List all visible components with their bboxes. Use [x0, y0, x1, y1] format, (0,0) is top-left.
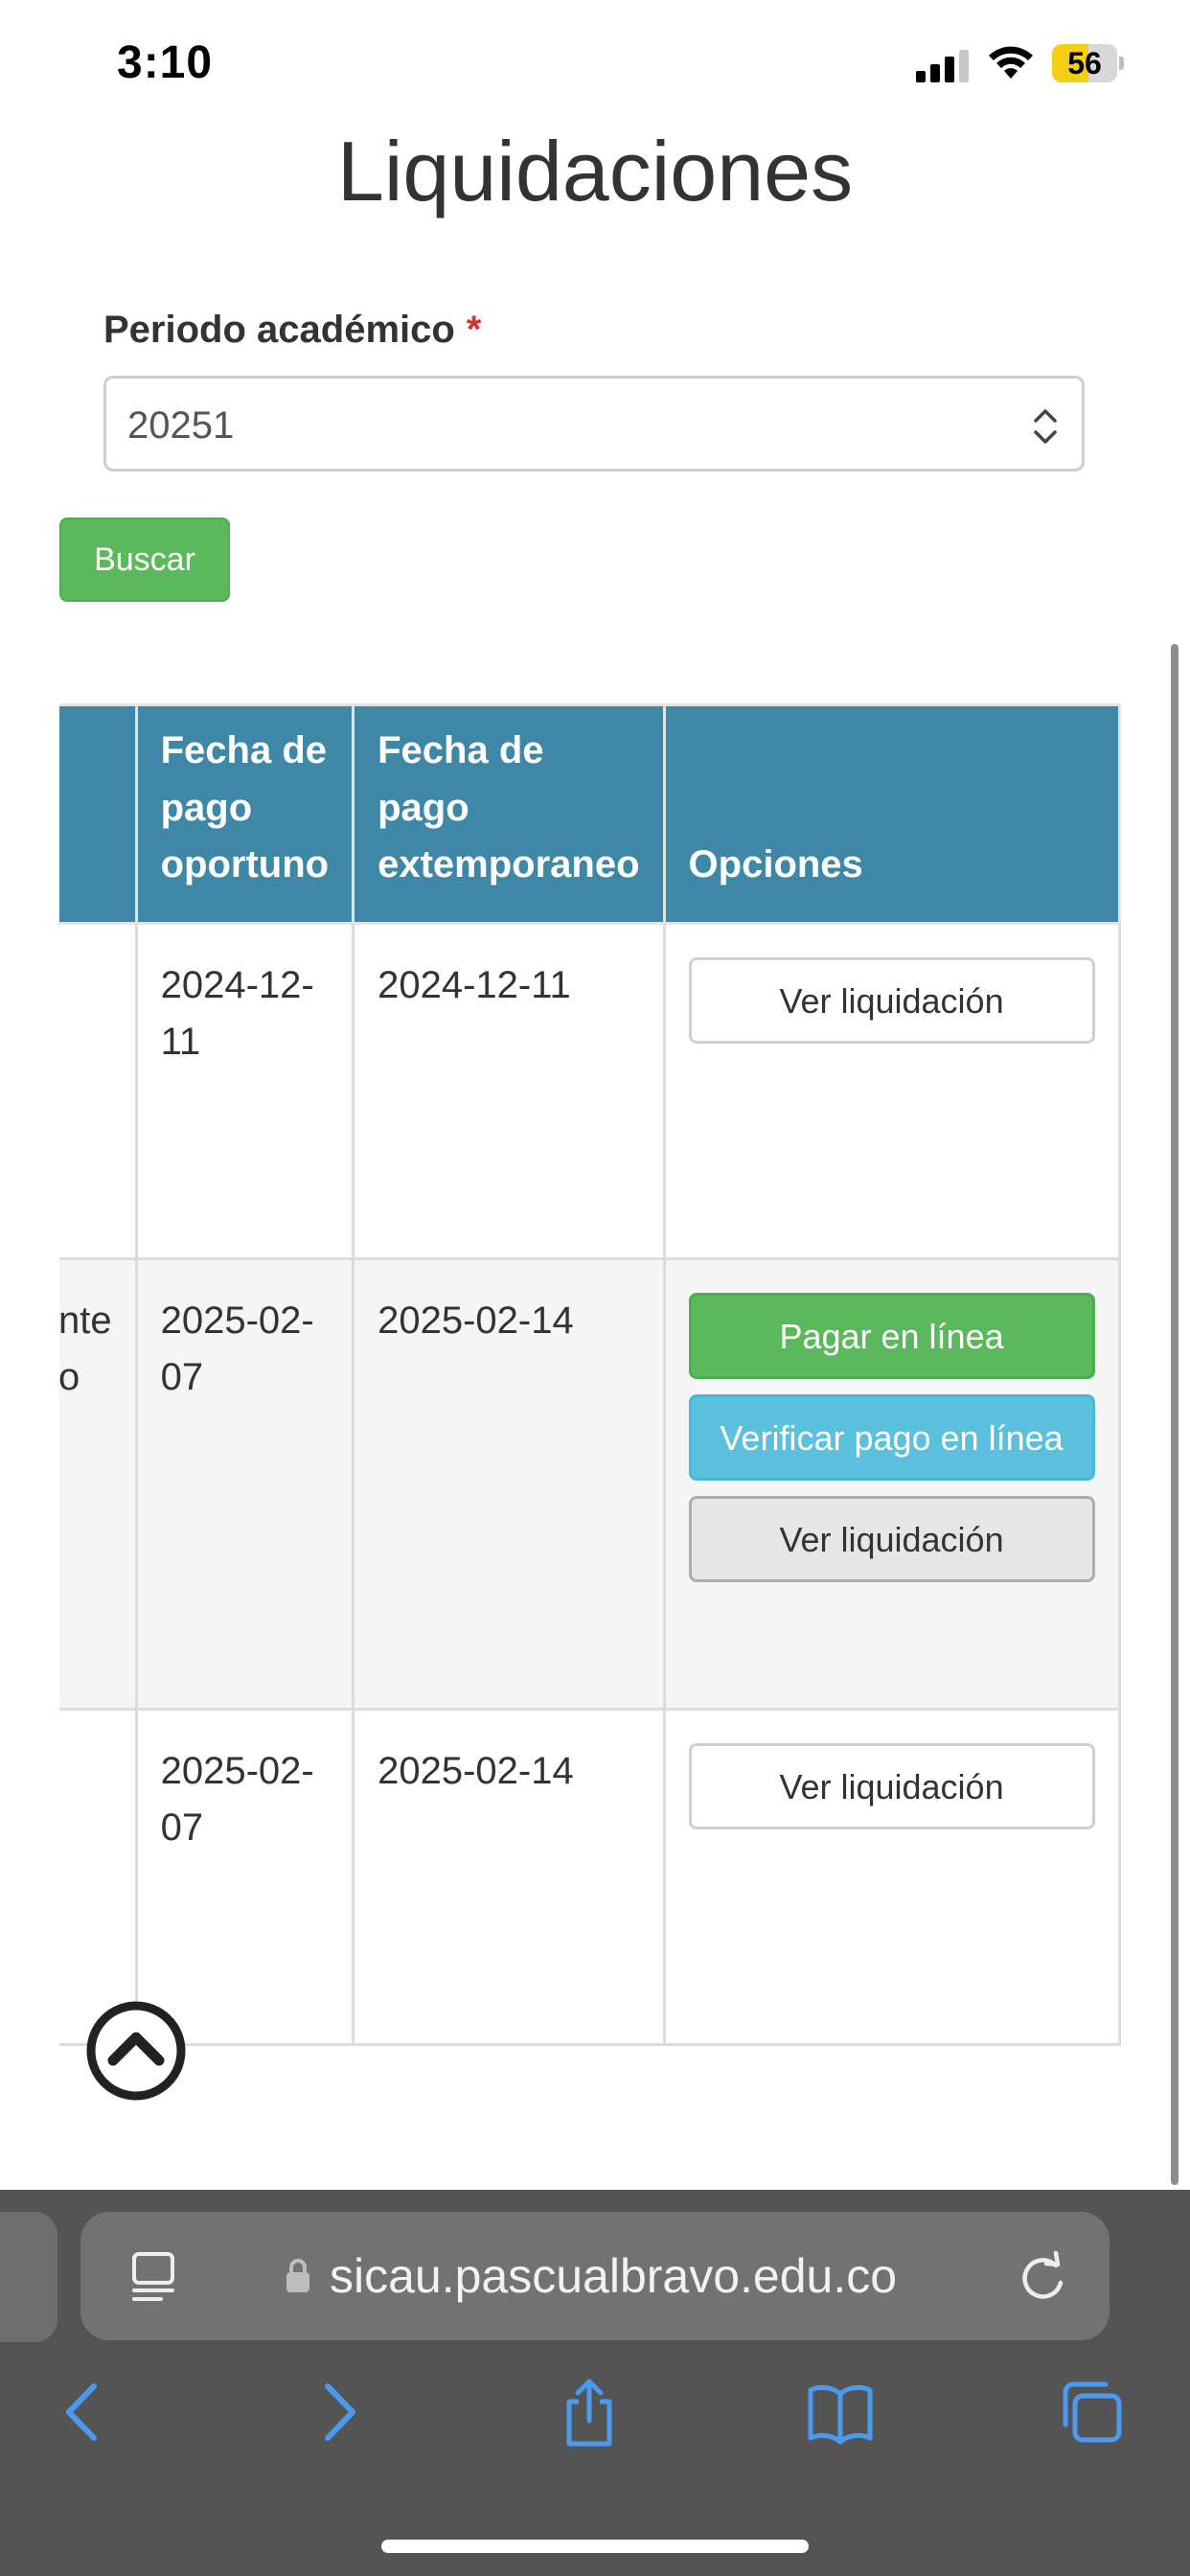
table-cell-fecha-extemporaneo: 2025-02-14: [352, 1257, 666, 1711]
browser-chrome: sicau.pascualbravo.edu.co: [0, 2190, 1190, 2576]
table-header-row: Fecha de pago oportuno Fecha de pago ext…: [59, 703, 1121, 925]
table-cell-fecha-oportuno: 2025-02-07: [134, 1708, 355, 2046]
cellular-signal-icon: [916, 50, 969, 82]
page-scrollbar[interactable]: [1171, 644, 1179, 2185]
results-table-container[interactable]: Fecha de pago oportuno Fecha de pago ext…: [59, 703, 1131, 2051]
table-row: 2024-12-11 2024-12-11 Ver liquidación: [59, 922, 1121, 1260]
period-select-value: 20251: [127, 404, 235, 447]
scroll-to-top-icon[interactable]: [86, 2001, 186, 2101]
reader-icon[interactable]: [130, 2250, 176, 2304]
share-icon[interactable]: [556, 2377, 623, 2448]
status-time: 3:10: [117, 37, 214, 88]
column-header-opciones: Opciones: [662, 703, 1121, 925]
table-cell-options: Ver liquidación: [662, 922, 1121, 1260]
verificar-pago-button[interactable]: Verificar pago en línea: [688, 1394, 1095, 1481]
back-icon[interactable]: [50, 2377, 117, 2448]
table-cell-fecha-oportuno: 2025-02-07: [134, 1257, 355, 1711]
table-cell-fecha-oportuno: 2024-12-11: [134, 922, 355, 1260]
required-mark: *: [466, 309, 482, 351]
previous-tab-preview[interactable]: [0, 2212, 57, 2342]
period-label-text: Periodo académico: [103, 309, 455, 351]
period-select[interactable]: 20251: [103, 376, 1085, 472]
battery-indicator: 56: [1052, 44, 1125, 82]
results-table: Fecha de pago oportuno Fecha de pago ext…: [59, 703, 1121, 2046]
ver-liquidacion-button[interactable]: Ver liquidación: [688, 957, 1095, 1044]
reload-icon[interactable]: [1018, 2250, 1069, 2304]
table-row: nte o 2025-02-07 2025-02-14 Pagar en lín…: [59, 1257, 1121, 1711]
table-cell-clipped: [59, 922, 138, 1260]
wifi-icon: [989, 46, 1033, 79]
period-label: Periodo académico *: [103, 309, 481, 352]
search-button[interactable]: Buscar: [59, 518, 230, 602]
chevron-up-down-icon: [1034, 409, 1057, 444]
bookmarks-icon[interactable]: [807, 2377, 874, 2448]
tabs-icon[interactable]: [1058, 2377, 1125, 2448]
table-cell-fecha-extemporaneo: 2024-12-11: [352, 922, 666, 1260]
battery-level: 56: [1067, 46, 1102, 80]
address-bar[interactable]: sicau.pascualbravo.edu.co: [80, 2212, 1110, 2340]
table-cell-fecha-extemporaneo: 2025-02-14: [352, 1708, 666, 2046]
forward-icon[interactable]: [305, 2377, 372, 2448]
page-title: Liquidaciones: [336, 124, 854, 218]
table-row: 2025-02-07 2025-02-14 Ver liquidación: [59, 1708, 1121, 2046]
table-cell-options: Pagar en línea Verificar pago en línea V…: [662, 1257, 1121, 1711]
url-text: sicau.pascualbravo.edu.co: [330, 2249, 898, 2303]
table-cell-clipped: [59, 1708, 138, 2046]
table-cell-clipped: nte o: [59, 1257, 138, 1711]
ver-liquidacion-button[interactable]: Ver liquidación: [688, 1496, 1095, 1582]
column-header-clipped: [59, 703, 138, 925]
table-cell-options: Ver liquidación: [662, 1708, 1121, 2046]
pagar-en-linea-button[interactable]: Pagar en línea: [688, 1293, 1095, 1379]
lock-icon: [286, 2259, 309, 2292]
column-header-fecha-oportuno: Fecha de pago oportuno: [134, 703, 355, 925]
home-indicator: [381, 2540, 809, 2553]
column-header-fecha-extemporaneo: Fecha de pago extemporaneo: [352, 703, 666, 925]
ver-liquidacion-button[interactable]: Ver liquidación: [688, 1743, 1095, 1829]
